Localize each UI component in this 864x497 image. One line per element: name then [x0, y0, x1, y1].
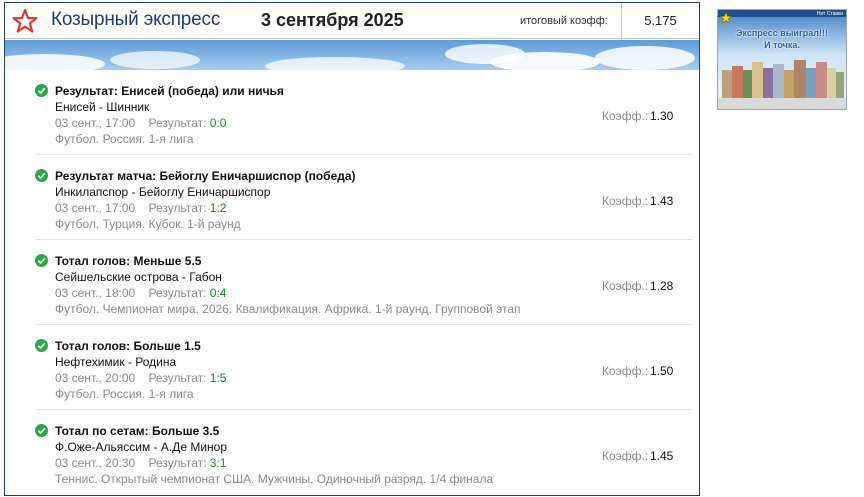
bet-odds-value: 1.50: [650, 364, 674, 378]
bet-teams: Ф.Оже-Альяссим - А.Де Минор: [55, 440, 228, 454]
bet-league: Футбол. Россия. 1-я лига: [55, 387, 194, 401]
check-circle-icon: [35, 339, 48, 352]
check-circle-icon: [35, 424, 48, 437]
bet-odds-value: 1.30: [650, 109, 674, 123]
promo-text: Экспресс выиграл!!! И точка.: [718, 27, 846, 51]
express-header: Козырный экспресс 3 сентября 2025 итогов…: [5, 3, 699, 40]
bet-result-value: 0:4: [209, 286, 227, 300]
bet-datetime: 03 сент., 18:00: [55, 286, 136, 300]
bet-meta: 03 сент., 20:30 Результат: 3:1: [55, 456, 226, 470]
bet-result-value: 1:5: [209, 371, 227, 385]
check-circle-icon: [35, 254, 48, 267]
bet-result-label: Результат:: [148, 116, 207, 130]
promo-brand: Нет Ставки: [816, 11, 843, 17]
check-circle-icon: [35, 84, 48, 97]
bet-datetime: 03 сент., 17:00: [55, 116, 136, 130]
bet-teams: Енисей - Шинник: [55, 100, 150, 114]
bet-odds-label: Коэфф.:: [602, 109, 649, 123]
bet-datetime: 03 сент., 17:00: [55, 201, 136, 215]
bet-market: Тотал по сетам: Больше 3.5: [55, 424, 220, 438]
bets-list: Результат: Енисей (победа) или ничья Ени…: [5, 70, 699, 495]
bet-odds-value: 1.43: [650, 194, 674, 208]
bet-meta: 03 сент., 20:00 Результат: 1:5: [55, 371, 226, 385]
express-card: Козырный экспресс 3 сентября 2025 итогов…: [4, 2, 700, 496]
bet-teams: Сейшельские острова - Габон: [55, 270, 222, 284]
bet-odds-label: Коэфф.:: [602, 279, 649, 293]
bet-result-value: 3:1: [209, 456, 227, 470]
bet-result-label: Результат:: [148, 371, 207, 385]
bet-odds-label: Коэфф.:: [602, 364, 649, 378]
bet-odds-label: Коэфф.:: [602, 449, 649, 463]
bet-odds-label: Коэфф.:: [602, 194, 649, 208]
bet-market: Тотал голов: Больше 1.5: [55, 339, 201, 353]
star-logo-icon: [12, 8, 38, 33]
total-odds-value: 5.175: [621, 3, 699, 40]
sky-banner: [5, 40, 699, 70]
promo-line-2: И точка.: [764, 40, 800, 50]
bet-league: Теннис. Открытый чемпионат США. Мужчины.…: [55, 472, 494, 486]
star-badge-icon: [720, 12, 732, 24]
bet-odds-value: 1.28: [650, 279, 674, 293]
bet-meta: 03 сент., 17:00 Результат: 1:2: [55, 201, 226, 215]
bet-teams: Инкилапспор - Бейоглу Еничаршиспор: [55, 185, 271, 199]
bet-teams: Нефтехимик - Родина: [55, 355, 177, 369]
bet-league: Футбол. Чемпионат мира. 2026. Квалификац…: [55, 302, 521, 316]
bet-result-label: Результат:: [148, 201, 207, 215]
bet-item: Результат: Енисей (победа) или ничья Ени…: [5, 70, 699, 155]
bet-item: Тотал по сетам: Больше 3.5 Ф.Оже-Альясси…: [5, 410, 699, 495]
express-date: 3 сентября 2025: [261, 10, 404, 30]
bet-league: Футбол. Россия. 1-я лига: [55, 132, 194, 146]
bet-market: Результат матча: Бейоглу Еничаршиспор (п…: [55, 169, 356, 183]
promo-banner[interactable]: Нет Ставки Экспресс выиграл!!! И точка.: [717, 9, 847, 110]
bet-meta: 03 сент., 17:00 Результат: 0:0: [55, 116, 226, 130]
bet-datetime: 03 сент., 20:30: [55, 456, 136, 470]
brand-title: Козырный экспресс: [51, 9, 221, 30]
bet-meta: 03 сент., 18:00 Результат: 0:4: [55, 286, 226, 300]
bet-market: Тотал голов: Меньше 5.5: [55, 254, 202, 268]
money-stacks-image: [718, 10, 846, 109]
bet-result-label: Результат:: [148, 286, 207, 300]
total-odds-label: итоговый коэфф:: [520, 15, 608, 27]
check-circle-icon: [35, 169, 48, 182]
bet-market: Результат: Енисей (победа) или ничья: [55, 84, 284, 98]
bet-item: Тотал голов: Больше 1.5 Нефтехимик - Род…: [5, 325, 699, 410]
bet-item: Результат матча: Бейоглу Еничаршиспор (п…: [5, 155, 699, 240]
bet-result-value: 1:2: [209, 201, 227, 215]
bet-league: Футбол. Турция. Кубок. 1-й раунд: [55, 217, 241, 231]
bet-item: Тотал голов: Меньше 5.5 Сейшельские остр…: [5, 240, 699, 325]
bet-datetime: 03 сент., 20:00: [55, 371, 136, 385]
bet-odds-value: 1.45: [650, 449, 674, 463]
promo-line-1: Экспресс выиграл!!!: [736, 28, 828, 38]
bet-result-value: 0:0: [209, 116, 227, 130]
bet-result-label: Результат:: [148, 456, 207, 470]
